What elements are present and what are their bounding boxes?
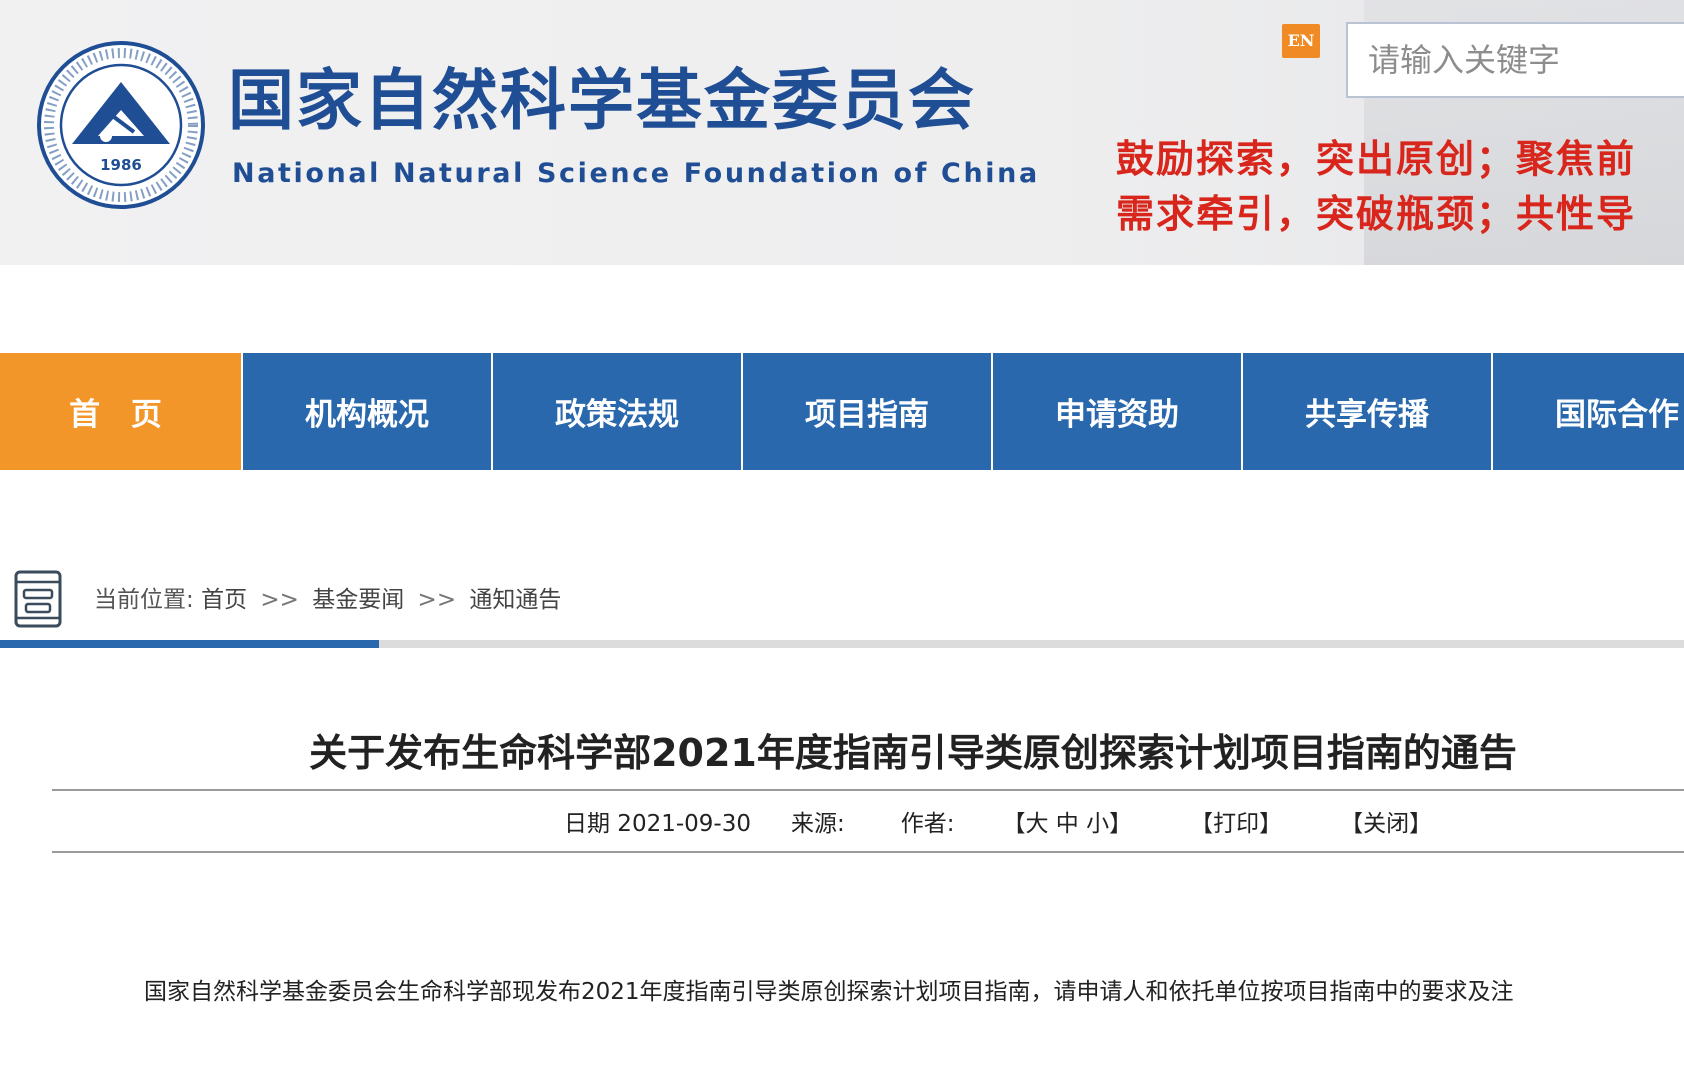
article-meta: 日期 2021-09-30 来源: 作者: 【大 中 小】 【打印】 【关闭】 (564, 804, 1472, 838)
nav-item-guide[interactable]: 项目指南 (743, 353, 991, 470)
breadcrumb-separator: >> (260, 587, 299, 613)
org-name-cn[interactable]: 国家自然科学基金委员会 (228, 68, 976, 134)
nav-item-policy[interactable]: 政策法规 (493, 353, 741, 470)
article-title: 关于发布生命科学部2021年度指南引导类原创探索计划项目指南的通告 (309, 731, 1517, 775)
nav-item-international[interactable]: 国际合作 (1493, 353, 1684, 470)
breadcrumb-home[interactable]: 首页 (201, 587, 247, 613)
breadcrumb-news[interactable]: 基金要闻 (312, 587, 404, 613)
article-body-paragraph: 国家自然科学基金委员会生命科学部现发布2021年度指南引导类原创探索计划项目指南… (144, 979, 1514, 1005)
breadcrumb: 当前位置: 首页 >> 基金要闻 >> 通知通告 (94, 580, 561, 614)
breadcrumb-separator: >> (417, 587, 457, 613)
nav-item-about[interactable]: 机构概况 (243, 353, 491, 470)
article-source: 来源: (790, 811, 845, 837)
breadcrumb-divider-accent (0, 640, 379, 648)
font-size-toggle[interactable]: 【大 中 小】 (1002, 804, 1132, 838)
print-link[interactable]: 【打印】 (1190, 804, 1282, 838)
article-author: 作者: (900, 811, 955, 837)
nav-item-apply[interactable]: 申请资助 (993, 353, 1241, 470)
title-divider (52, 789, 1684, 791)
main-nav: 首 页 机构概况 政策法规 项目指南 申请资助 共享传播 国际合作 (0, 353, 1684, 470)
nav-item-share[interactable]: 共享传播 (1243, 353, 1491, 470)
breadcrumb-divider (0, 640, 1684, 648)
emblem-year: 1986 (100, 156, 142, 174)
breadcrumb-notices[interactable]: 通知通告 (469, 587, 561, 613)
site-header: 1986 国家自然科学基金委员会 National Natural Scienc… (0, 0, 1684, 265)
org-name-en[interactable]: National Natural Science Foundation of C… (232, 158, 1040, 189)
document-box-icon (14, 570, 62, 628)
search-input[interactable] (1346, 22, 1684, 98)
nav-item-home[interactable]: 首 页 (0, 353, 241, 470)
slogan-line-2: 需求牵引，突破瓶颈；共性导 (1116, 191, 1637, 236)
article-date: 日期 2021-09-30 (564, 811, 751, 837)
close-link[interactable]: 【关闭】 (1340, 804, 1432, 838)
breadcrumb-prefix: 当前位置: (94, 587, 194, 613)
meta-divider (52, 851, 1684, 853)
nsfc-emblem-icon[interactable]: 1986 (36, 40, 206, 210)
slogan-line-1: 鼓励探索，突出原创；聚焦前 (1116, 136, 1637, 181)
english-version-button[interactable]: EN (1282, 24, 1320, 58)
